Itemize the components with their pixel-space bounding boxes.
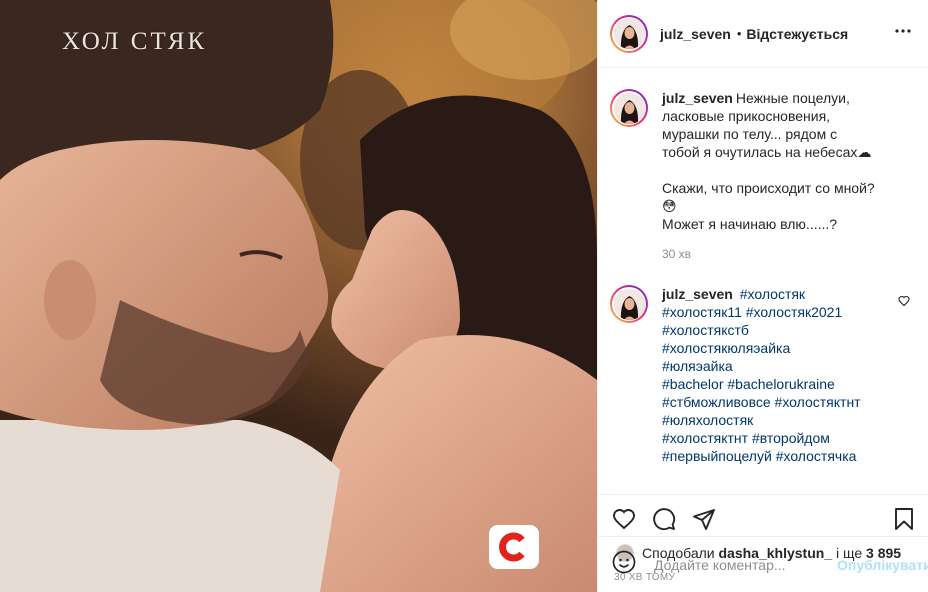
comment-username[interactable]: julz_seven bbox=[662, 286, 733, 302]
hashtag-link[interactable]: #юляхолостяк bbox=[662, 412, 753, 428]
author-username[interactable]: julz_seven bbox=[660, 26, 731, 42]
post-actions bbox=[598, 494, 928, 542]
comment-bubble-icon[interactable] bbox=[652, 507, 676, 531]
comments-list[interactable]: julz_seven Нежные поцелуи, ласковые прико… bbox=[598, 68, 928, 494]
comment-like-icon[interactable] bbox=[898, 294, 910, 312]
caption-line bbox=[662, 161, 877, 179]
hashtag-link[interactable]: #стбможливовсе bbox=[662, 394, 771, 410]
hashtag-comment: julz_seven #холостяк #холостяк11 #холост… bbox=[610, 263, 912, 465]
channel-logo-icon bbox=[499, 532, 525, 562]
photo-scene bbox=[0, 0, 597, 592]
hashtag-link[interactable]: #холостяк bbox=[740, 286, 805, 302]
caption-line: Скажи, что происходит со мной?😳 bbox=[662, 180, 875, 214]
hashtag-link[interactable]: #bachelorukraine bbox=[727, 376, 834, 392]
caption-comment: julz_seven Нежные поцелуи, ласковые прико… bbox=[610, 68, 912, 263]
caption-avatar[interactable] bbox=[610, 89, 648, 127]
hashtag-link[interactable]: #холостякстб bbox=[662, 322, 749, 338]
hashtag-link[interactable]: #bachelor bbox=[662, 376, 724, 392]
emoji-smiley-icon[interactable] bbox=[612, 550, 636, 579]
bookmark-icon[interactable] bbox=[892, 507, 916, 531]
hashtag-link[interactable]: #первыйпоцелуй bbox=[662, 448, 772, 464]
more-options-icon[interactable] bbox=[894, 22, 912, 45]
caption-time[interactable]: 30 хв bbox=[662, 245, 877, 263]
author-avatar[interactable] bbox=[610, 14, 648, 53]
hashtag-link[interactable]: #холостяктнт bbox=[775, 394, 861, 410]
post-photo[interactable]: ХОЛ СТЯК bbox=[0, 0, 597, 592]
caption-body: julz_seven Нежные поцелуи, ласковые прико… bbox=[662, 89, 877, 263]
post-side-panel: julz_seven • Відстежується julz_seven Не… bbox=[597, 0, 928, 592]
instagram-post: ХОЛ СТЯК julz_seven • Відстежується julz… bbox=[0, 0, 928, 592]
hashtag-link[interactable]: #холостяктнт bbox=[662, 430, 748, 446]
hashtag-link[interactable]: #холостячка bbox=[776, 448, 857, 464]
hashtag-link[interactable]: #второйдом bbox=[752, 430, 830, 446]
separator-dot: • bbox=[736, 26, 742, 41]
show-logo-text: ХОЛ СТЯК bbox=[62, 28, 208, 55]
caption-line: Может я начинаю влю......? bbox=[662, 216, 838, 232]
following-button[interactable]: Відстежується bbox=[746, 26, 848, 42]
hashtag-list: #холостяк #холостяк11 #холостяк2021 #хол… bbox=[662, 286, 861, 464]
share-send-icon[interactable] bbox=[692, 507, 716, 531]
add-comment-bar: Опублікувати bbox=[598, 536, 928, 592]
hashtag-link[interactable]: #холостяк11 bbox=[662, 304, 742, 320]
hashtag-link[interactable]: #холостяк2021 bbox=[746, 304, 842, 320]
like-heart-icon[interactable] bbox=[612, 507, 636, 531]
post-header: julz_seven • Відстежується bbox=[598, 0, 928, 68]
comment-input[interactable] bbox=[652, 555, 837, 574]
comment-body: julz_seven #холостяк #холостяк11 #холост… bbox=[662, 285, 862, 465]
hashtag-link[interactable]: #холостякюляэайка bbox=[662, 340, 790, 356]
channel-logo bbox=[489, 525, 539, 569]
hashtag-link[interactable]: #юляэайка bbox=[662, 358, 733, 374]
caption-username[interactable]: julz_seven bbox=[662, 90, 733, 106]
comment-avatar[interactable] bbox=[610, 285, 648, 323]
publish-button[interactable]: Опублікувати bbox=[837, 557, 928, 573]
